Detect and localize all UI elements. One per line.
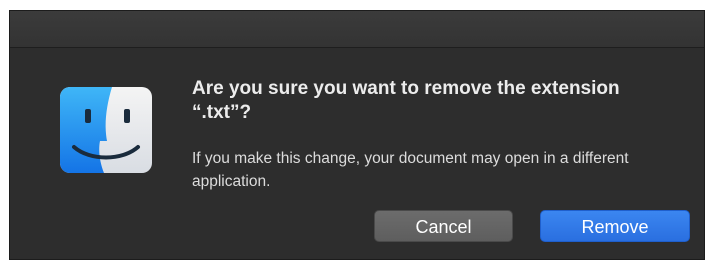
cancel-button[interactable]: Cancel [374, 210, 513, 242]
remove-button[interactable]: Remove [540, 210, 690, 242]
finder-icon [60, 87, 152, 173]
dialog-title: Are you sure you want to remove the exte… [192, 78, 620, 123]
dialog-titlebar [10, 11, 704, 48]
remove-extension-dialog: Are you sure you want to remove the exte… [9, 10, 705, 260]
dialog-message: If you make this change, your document m… [192, 150, 629, 190]
